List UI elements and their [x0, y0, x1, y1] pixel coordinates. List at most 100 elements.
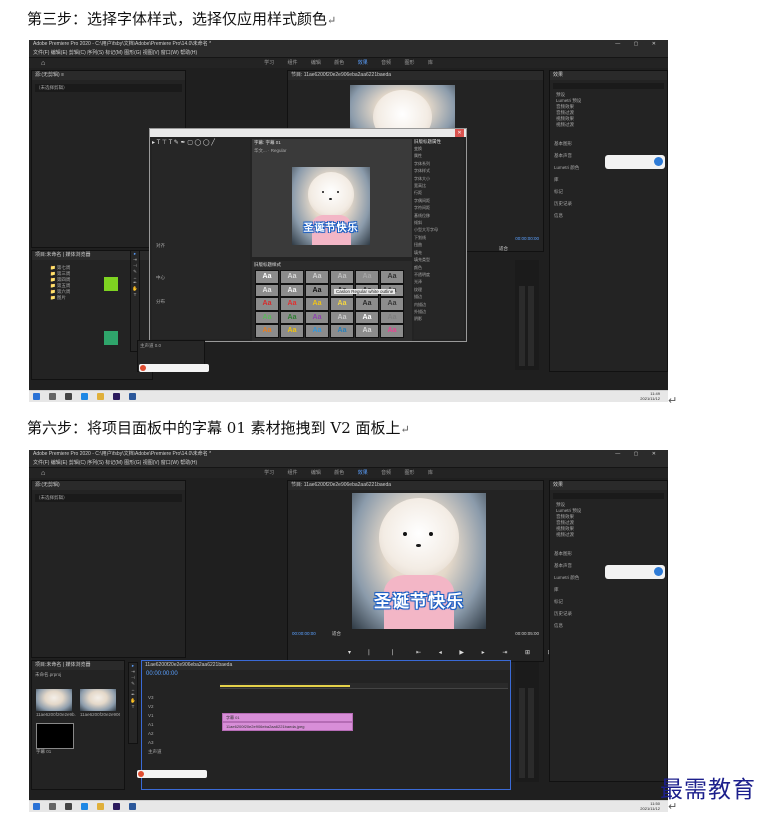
windows-start-icon[interactable] — [33, 803, 40, 810]
caption-text[interactable]: 圣诞节快乐 — [352, 587, 486, 612]
style-swatch[interactable]: Aa — [280, 310, 304, 324]
ime-toolbar[interactable] — [139, 364, 209, 372]
program-tab[interactable]: 节目: 11ae6200f20e2e906eba2aa6221baeda — [288, 481, 543, 490]
side-panel-item[interactable]: 历史记录 — [554, 201, 579, 207]
search-icon[interactable] — [49, 393, 56, 400]
effects-search-input[interactable] — [553, 493, 664, 499]
folder-item[interactable]: 📁 图片 — [50, 295, 100, 301]
windows-start-icon[interactable] — [33, 393, 40, 400]
style-swatch[interactable]: Aa — [380, 270, 404, 284]
titler-font-row[interactable]: 华文... · Regular — [252, 147, 412, 155]
style-swatch[interactable]: Aa — [255, 283, 279, 297]
property-row[interactable]: 字体系列 — [414, 160, 464, 167]
project-tab[interactable]: 项目:未命名 | 媒体浏览器 — [32, 661, 124, 670]
property-row[interactable]: 填充类型 — [414, 256, 464, 263]
track-header-a2[interactable]: A2 — [142, 731, 220, 740]
clip-v2-title[interactable]: 字幕 01 — [222, 713, 353, 722]
premiere-icon[interactable] — [113, 393, 120, 400]
effects-search-input[interactable] — [553, 83, 664, 89]
taskbar-clock[interactable]: 11:49 2021/11/12 — [640, 391, 660, 401]
style-swatch[interactable]: Aa — [355, 324, 379, 338]
property-row[interactable]: 扭曲 — [414, 241, 464, 248]
effects-tab[interactable]: 效果 — [550, 481, 667, 490]
side-panel-item[interactable]: 库 — [554, 587, 579, 593]
side-panel-item[interactable]: 库 — [554, 177, 579, 183]
project-thumb[interactable] — [36, 689, 72, 711]
fit-dropdown[interactable]: 适合 — [332, 631, 341, 637]
help-icon[interactable] — [654, 157, 663, 166]
style-swatch[interactable]: Aa — [330, 324, 354, 338]
media-thumb[interactable] — [104, 277, 118, 291]
style-swatch[interactable]: Aa — [380, 324, 404, 338]
style-swatch[interactable]: Aa — [305, 283, 329, 297]
track-header-master[interactable]: 主声道 — [142, 749, 220, 758]
project-thumb[interactable] — [80, 689, 116, 711]
property-row[interactable]: 阴影 — [414, 315, 464, 322]
window-controls[interactable]: — ▢ ✕ — [615, 450, 662, 459]
caption-text[interactable]: 圣诞节快乐 — [292, 219, 370, 234]
side-panel-item[interactable]: 历史记录 — [554, 611, 579, 617]
source-tab[interactable]: 源:(无剪辑) ≡ — [32, 71, 185, 80]
menu-bar[interactable]: 文件(F) 编辑(E) 剪辑(C) 序列(S) 标记(M) 图形(G) 视图(V… — [29, 49, 668, 58]
style-swatch[interactable]: Aa — [280, 297, 304, 311]
property-row[interactable]: 描边 — [414, 293, 464, 300]
side-panel-item[interactable]: 标记 — [554, 599, 579, 605]
workspace-tab[interactable]: 编辑 — [311, 60, 321, 66]
type-tool-icon[interactable]: T — [131, 292, 139, 297]
property-row[interactable]: 下划线 — [414, 234, 464, 241]
track-header-a1[interactable]: A1 — [142, 722, 220, 731]
sequence-tab[interactable]: 11ae6200f20e2e906eba2aa6221baeda — [142, 661, 510, 670]
property-row[interactable]: 字偶间距 — [414, 197, 464, 204]
workspace-tab-active[interactable]: 效果 — [358, 60, 368, 66]
track-header-v1[interactable]: V1 — [142, 713, 220, 722]
style-swatch[interactable]: Aa — [255, 297, 279, 311]
premiere-icon[interactable] — [113, 803, 120, 810]
style-swatch[interactable]: Aa — [255, 324, 279, 338]
style-swatch[interactable]: Aa — [305, 297, 329, 311]
media-thumb[interactable] — [104, 331, 118, 345]
style-swatch[interactable]: Aa — [380, 310, 404, 324]
property-row[interactable]: 内描边 — [414, 301, 464, 308]
style-swatch[interactable]: Aa — [330, 297, 354, 311]
task-view-icon[interactable] — [65, 393, 72, 400]
property-row[interactable]: 行距 — [414, 189, 464, 196]
property-row[interactable]: 字符间距 — [414, 204, 464, 211]
time-ruler[interactable] — [220, 683, 508, 689]
workspace-tab[interactable]: 编辑 — [311, 470, 321, 476]
style-swatch[interactable]: Aa — [355, 270, 379, 284]
floating-toolbar[interactable] — [605, 565, 665, 579]
property-row[interactable]: 宽高比 — [414, 182, 464, 189]
edge-icon[interactable] — [81, 393, 88, 400]
property-row[interactable]: 颜色 — [414, 264, 464, 271]
property-row[interactable]: 纹理 — [414, 286, 464, 293]
property-row[interactable]: 字体大小 — [414, 175, 464, 182]
clip-v1-image[interactable]: 11ae6200f20e2e906eba2aa6221baeda.jpeg — [222, 722, 353, 731]
side-panel-item[interactable]: Lumetri 颜色 — [554, 575, 579, 581]
style-swatch[interactable]: Aa — [305, 270, 329, 284]
help-icon[interactable] — [654, 567, 663, 576]
edge-icon[interactable] — [81, 803, 88, 810]
workspace-tab[interactable]: 库 — [428, 470, 433, 476]
track-header-v3[interactable]: V3 — [142, 695, 220, 704]
task-view-icon[interactable] — [65, 803, 72, 810]
side-panel-item[interactable]: 基本声音 — [554, 153, 579, 159]
style-swatch[interactable]: Aa — [355, 310, 379, 324]
effects-item[interactable]: 视频过渡 — [556, 122, 667, 128]
style-swatch[interactable]: Aa — [305, 324, 329, 338]
ime-toolbar[interactable] — [137, 770, 207, 778]
style-swatch[interactable]: Aa — [380, 297, 404, 311]
style-swatch[interactable]: Aa — [280, 283, 304, 297]
effects-item[interactable]: 视频过渡 — [556, 532, 667, 538]
property-row[interactable]: 倾斜 — [414, 219, 464, 226]
workspace-tab[interactable]: 音频 — [381, 470, 391, 476]
property-row[interactable]: 小型大写字母 — [414, 226, 464, 233]
property-row[interactable]: 填充 — [414, 249, 464, 256]
style-swatch[interactable]: Aa — [255, 310, 279, 324]
side-panel-item[interactable]: 基本图形 — [554, 141, 579, 147]
close-icon[interactable]: ✕ — [455, 129, 464, 137]
workspace-tab-active[interactable]: 效果 — [358, 470, 368, 476]
side-panel-item[interactable]: 基本声音 — [554, 563, 579, 569]
track-header-a3[interactable]: A3 — [142, 740, 220, 749]
style-swatch[interactable]: Aa — [330, 270, 354, 284]
property-row[interactable]: 不透明度 — [414, 271, 464, 278]
